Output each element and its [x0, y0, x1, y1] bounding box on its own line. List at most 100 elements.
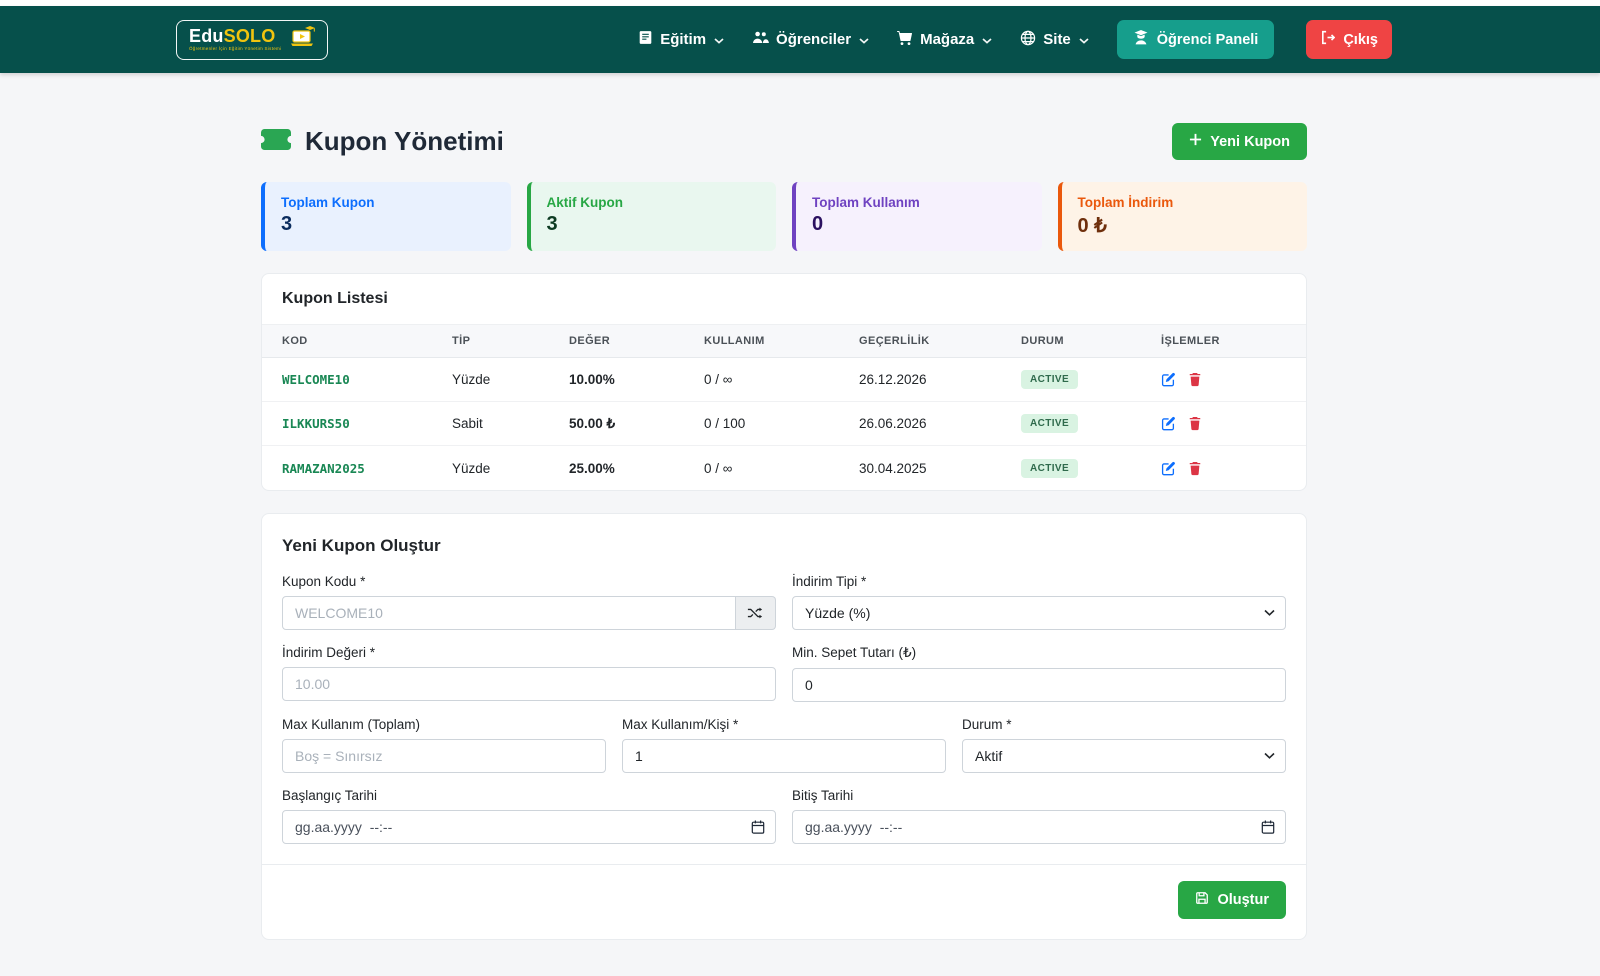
max-usage-input[interactable]: [282, 739, 606, 773]
stat-value: 0: [812, 213, 1026, 236]
logout-icon: [1320, 30, 1335, 49]
edit-icon[interactable]: [1161, 372, 1176, 387]
stat-card-total-usage: Toplam Kullanım 0: [792, 182, 1042, 251]
column-header-tip: TİP: [452, 335, 569, 347]
nav-label: Öğrenciler: [776, 31, 851, 48]
table-row: RAMAZAN2025 Yüzde 25.00% 0 / ∞ 30.04.202…: [262, 446, 1306, 490]
stat-label: Aktif Kupon: [547, 195, 761, 210]
coupon-usage: 0 / ∞: [704, 461, 859, 476]
logout-button[interactable]: Çıkış: [1306, 20, 1392, 59]
coupon-list-title: Kupon Listesi: [262, 274, 1306, 325]
start-date-label: Başlangıç Tarihi: [282, 788, 776, 803]
end-date-label: Bitiş Tarihi: [792, 788, 1286, 803]
coupon-usage: 0 / 100: [704, 416, 859, 431]
stat-label: Toplam İndirim: [1078, 195, 1292, 210]
stat-card-active-coupons: Aktif Kupon 3: [527, 182, 777, 251]
coupon-code-input[interactable]: [282, 596, 736, 630]
stats-row: Toplam Kupon 3 Aktif Kupon 3 Toplam Kull…: [261, 182, 1307, 251]
min-cart-label: Min. Sepet Tutarı (₺): [792, 645, 1286, 661]
chevron-down-icon: [1079, 31, 1089, 48]
stat-value: 3: [547, 213, 761, 236]
discount-value-label: İndirim Değeri *: [282, 645, 776, 660]
delete-icon[interactable]: [1188, 461, 1202, 476]
coupon-type: Yüzde: [452, 461, 569, 476]
coupon-code-label: Kupon Kodu *: [282, 574, 776, 589]
table-row: WELCOME10 Yüzde 10.00% 0 / ∞ 26.12.2026 …: [262, 358, 1306, 402]
chevron-down-icon: [982, 31, 992, 48]
users-icon: [752, 30, 769, 49]
book-icon: [638, 30, 653, 49]
globe-icon: [1020, 30, 1036, 50]
delete-icon[interactable]: [1188, 416, 1202, 431]
nav-label: Mağaza: [920, 31, 974, 48]
end-date-input[interactable]: [792, 810, 1286, 844]
nav-item-ogrenciler[interactable]: Öğrenciler: [752, 30, 869, 49]
column-header-durum: DURUM: [1021, 335, 1161, 347]
stat-card-total-discount: Toplam İndirim 0 ₺: [1058, 182, 1308, 251]
status-select[interactable]: Aktif: [962, 739, 1286, 773]
column-header-kod: KOD: [262, 335, 452, 347]
coupon-type: Sabit: [452, 416, 569, 431]
column-header-islemler: İŞLEMLER: [1161, 335, 1306, 347]
coupon-management-page: Kupon Yönetimi Yeni Kupon Toplam Kupon 3…: [261, 73, 1307, 976]
column-header-kullanim: KULLANIM: [704, 335, 859, 347]
page-title: Kupon Yönetimi: [261, 126, 504, 157]
nav-label: Site: [1043, 31, 1071, 48]
submit-button[interactable]: Oluştur: [1178, 881, 1286, 919]
laptop-play-icon: [289, 26, 315, 53]
edit-icon[interactable]: [1161, 416, 1176, 431]
coupon-code: WELCOME10: [262, 372, 452, 387]
cart-icon: [897, 30, 913, 50]
stat-value: 3: [281, 213, 495, 236]
ticket-icon: [261, 126, 291, 157]
coupon-value: 50.00 ₺: [569, 416, 704, 432]
form-title: Yeni Kupon Oluştur: [282, 536, 1286, 556]
coupon-validity: 26.06.2026: [859, 416, 1021, 431]
brand-name: EduSOLO: [189, 27, 281, 46]
brand-tagline: Öğretmenler İçin Eğitim Yönetim Sistemi: [189, 46, 281, 51]
save-icon: [1195, 891, 1209, 909]
status-badge: ACTIVE: [1021, 414, 1078, 433]
column-header-gecerlilik: GEÇERLİLİK: [859, 335, 1021, 347]
coupon-value: 10.00%: [569, 372, 704, 387]
edit-icon[interactable]: [1161, 461, 1176, 476]
coupon-value: 25.00%: [569, 461, 704, 476]
nav-label: Eğitim: [660, 31, 706, 48]
student-panel-button[interactable]: Öğrenci Paneli: [1117, 20, 1275, 59]
coupon-usage: 0 / ∞: [704, 372, 859, 387]
table-header-row: KOD TİP DEĞER KULLANIM GEÇERLİLİK DURUM …: [262, 325, 1306, 358]
stat-value: 0 ₺: [1078, 213, 1292, 238]
discount-type-select[interactable]: Yüzde (%): [792, 596, 1286, 630]
nav-item-site[interactable]: Site: [1020, 30, 1089, 50]
new-coupon-button[interactable]: Yeni Kupon: [1172, 123, 1307, 160]
min-cart-input[interactable]: [792, 668, 1286, 702]
max-usage-label: Max Kullanım (Toplam): [282, 717, 606, 732]
nav-item-egitim[interactable]: Eğitim: [638, 30, 724, 49]
discount-type-label: İndirim Tipi *: [792, 574, 1286, 589]
coupon-code: RAMAZAN2025: [262, 461, 452, 476]
status-label: Durum *: [962, 717, 1286, 732]
column-header-deger: DEĞER: [569, 335, 704, 347]
form-divider: [262, 864, 1306, 865]
start-date-input[interactable]: [282, 810, 776, 844]
status-badge: ACTIVE: [1021, 370, 1078, 389]
stat-card-total-coupons: Toplam Kupon 3: [261, 182, 511, 251]
chevron-down-icon: [714, 31, 724, 48]
table-row: ILKKURS50 Sabit 50.00 ₺ 0 / 100 26.06.20…: [262, 402, 1306, 446]
shuffle-icon[interactable]: [736, 596, 776, 630]
new-coupon-form-card: Yeni Kupon Oluştur Kupon Kodu * İndirim …: [261, 513, 1307, 940]
max-per-user-input[interactable]: [622, 739, 946, 773]
delete-icon[interactable]: [1188, 372, 1202, 387]
top-navbar: EduSOLO Öğretmenler İçin Eğitim Yönetim …: [0, 6, 1600, 73]
coupon-validity: 26.12.2026: [859, 372, 1021, 387]
chevron-down-icon: [859, 31, 869, 48]
status-badge: ACTIVE: [1021, 459, 1078, 478]
nav-item-magaza[interactable]: Mağaza: [897, 30, 992, 50]
coupon-type: Yüzde: [452, 372, 569, 387]
coupon-validity: 30.04.2025: [859, 461, 1021, 476]
stat-label: Toplam Kullanım: [812, 195, 1026, 210]
max-per-user-label: Max Kullanım/Kişi *: [622, 717, 946, 732]
coupon-list-card: Kupon Listesi KOD TİP DEĞER KULLANIM GEÇ…: [261, 273, 1307, 491]
discount-value-input[interactable]: [282, 667, 776, 701]
brand-logo[interactable]: EduSOLO Öğretmenler İçin Eğitim Yönetim …: [176, 20, 328, 60]
